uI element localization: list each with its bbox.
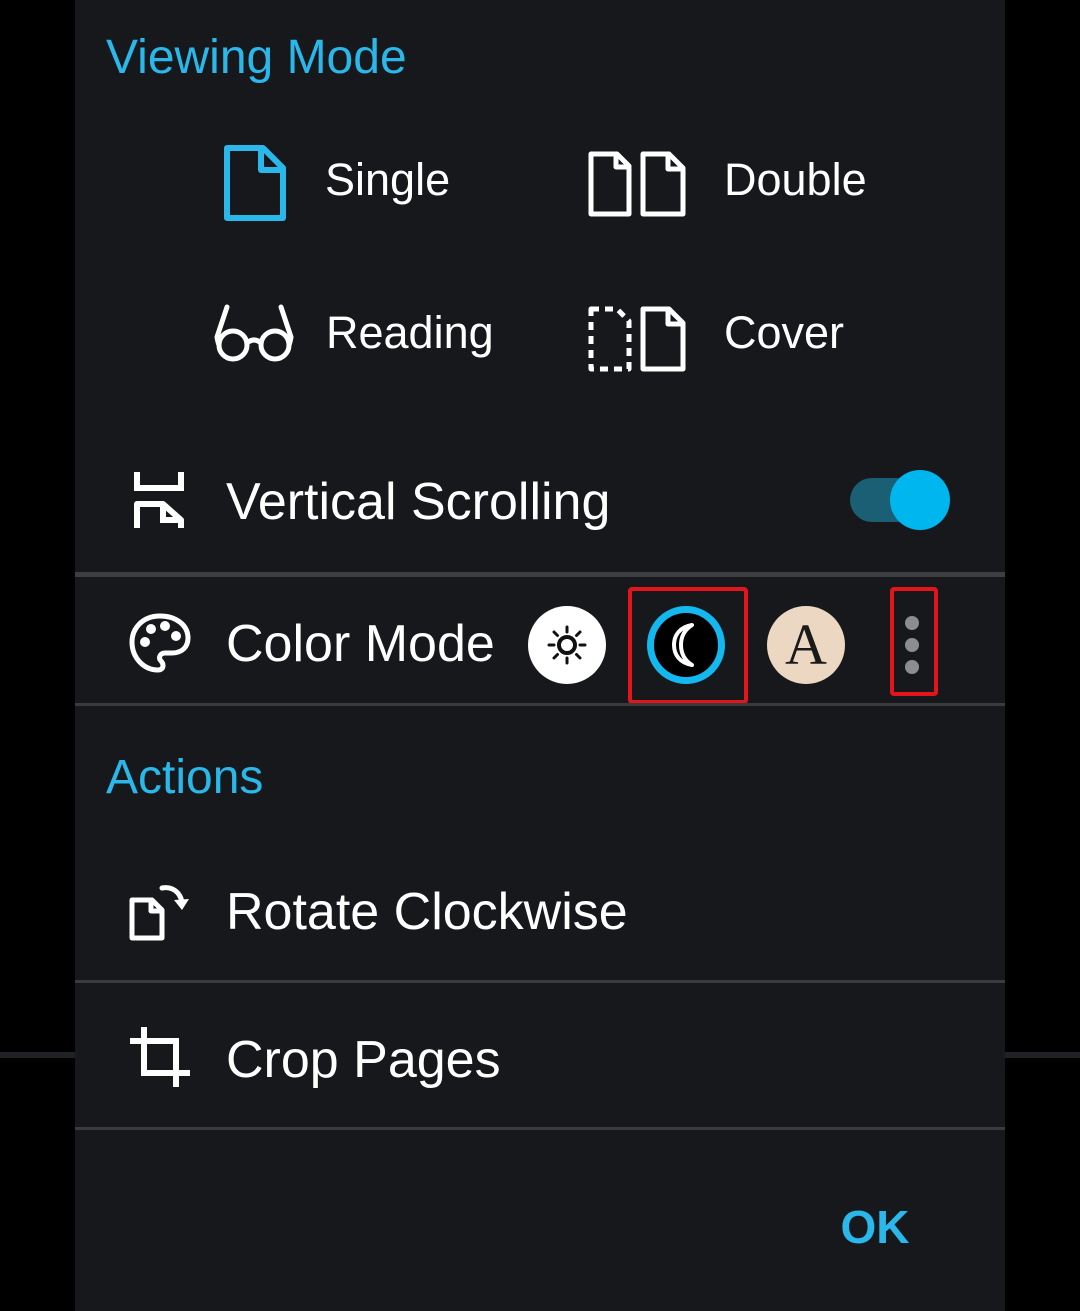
vertical-scroll-icon: [134, 472, 184, 528]
sun-icon: [547, 625, 587, 665]
color-mode-sepia-button[interactable]: A: [767, 606, 845, 684]
rotate-clockwise-label: Rotate Clockwise: [226, 883, 628, 941]
backdrop-divider-left: [0, 1052, 75, 1058]
palette-icon: [129, 613, 191, 673]
sepia-letter: A: [785, 612, 827, 677]
crop-icon: [130, 1027, 190, 1087]
vertical-scrolling-toggle[interactable]: [850, 470, 950, 530]
crop-pages-row[interactable]: Crop Pages: [75, 985, 1005, 1127]
backdrop-divider-right: [1005, 1052, 1080, 1058]
glasses-icon: [214, 304, 294, 362]
color-mode-light-button[interactable]: [528, 606, 606, 684]
mode-option-single[interactable]: Single: [215, 140, 475, 240]
mode-option-cover[interactable]: Cover: [585, 293, 885, 393]
highlight-more-options: [890, 587, 938, 696]
mode-label-cover: Cover: [724, 307, 845, 358]
divider-top-color-mode: [75, 572, 1005, 577]
rotate-clockwise-row[interactable]: Rotate Clockwise: [75, 860, 1005, 980]
single-page-icon: [224, 145, 286, 221]
divider-bottom-color-mode: [75, 703, 1005, 706]
cover-page-icon: [588, 306, 686, 372]
crop-pages-label: Crop Pages: [226, 1031, 501, 1089]
toggle-knob: [890, 470, 950, 530]
rotate-clockwise-icon: [129, 885, 189, 941]
mode-option-double[interactable]: Double: [585, 140, 885, 240]
divider-rotate: [75, 980, 1005, 983]
color-mode-label: Color Mode: [226, 615, 495, 673]
highlight-dark-mode: [628, 587, 748, 704]
actions-title: Actions: [106, 751, 264, 804]
view-settings-dialog: Viewing Mode Single Double Reading Cover…: [75, 0, 1005, 1311]
vertical-scrolling-label: Vertical Scrolling: [226, 473, 611, 531]
divider-crop: [75, 1127, 1005, 1130]
ok-button[interactable]: OK: [830, 1196, 920, 1258]
mode-label-double: Double: [724, 154, 867, 205]
mode-option-reading[interactable]: Reading: [213, 293, 513, 393]
double-page-icon: [588, 151, 686, 217]
viewing-mode-title: Viewing Mode: [106, 31, 407, 84]
mode-label-reading: Reading: [326, 307, 494, 358]
mode-label-single: Single: [325, 154, 451, 205]
